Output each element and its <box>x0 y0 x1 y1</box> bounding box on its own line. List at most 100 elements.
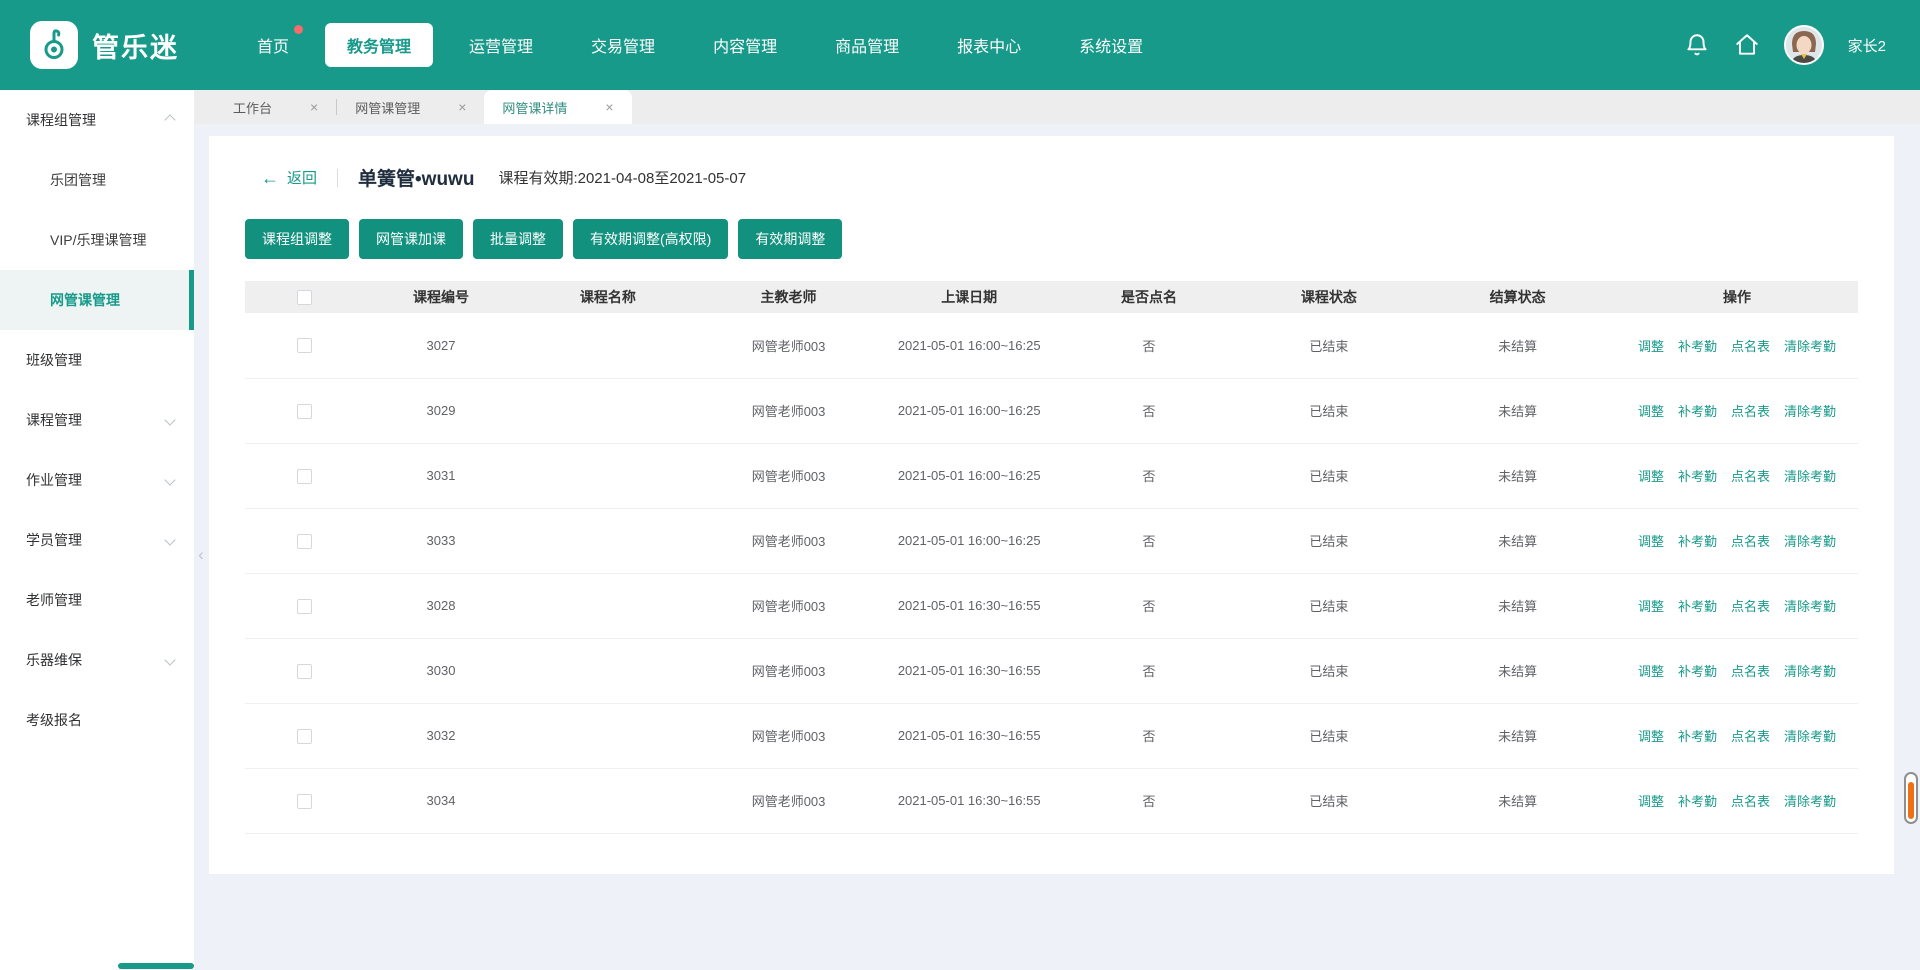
cell-course-id: 3033 <box>364 508 517 573</box>
adjust-link[interactable]: 调整 <box>1638 469 1664 484</box>
makeup-attendance-link[interactable]: 补考勤 <box>1678 404 1717 419</box>
row-checkbox-cell <box>245 768 364 833</box>
tab-close-icon[interactable]: × <box>605 99 613 115</box>
nav-item-system[interactable]: 系统设置 <box>1057 23 1165 67</box>
roll-sheet-link[interactable]: 点名表 <box>1731 599 1770 614</box>
makeup-attendance-link[interactable]: 补考勤 <box>1678 664 1717 679</box>
row-checkbox[interactable] <box>297 729 312 744</box>
clear-attendance-link[interactable]: 清除考勤 <box>1784 599 1836 614</box>
cell-settle-status: 未结算 <box>1419 573 1616 638</box>
nav-item-trade[interactable]: 交易管理 <box>569 23 677 67</box>
brand-name: 管乐迷 <box>92 26 179 65</box>
tab-online-course-mgmt[interactable]: 网管课管理× <box>337 90 484 124</box>
row-checkbox[interactable] <box>297 469 312 484</box>
clear-attendance-link[interactable]: 清除考勤 <box>1784 469 1836 484</box>
sidebar-item-class-mgmt[interactable]: 班级管理 <box>0 330 194 390</box>
roll-sheet-link[interactable]: 点名表 <box>1731 534 1770 549</box>
sidebar-item-instrument-maint[interactable]: 乐器维保 <box>0 630 194 690</box>
adjust-link[interactable]: 调整 <box>1638 664 1664 679</box>
roll-sheet-link[interactable]: 点名表 <box>1731 794 1770 809</box>
roll-sheet-link[interactable]: 点名表 <box>1731 729 1770 744</box>
sidebar-item-label: 乐团管理 <box>50 170 106 190</box>
horizontal-scrollbar-thumb[interactable] <box>118 963 194 969</box>
tab-label: 工作台 <box>233 98 272 117</box>
sidebar-item-homework-mgmt[interactable]: 作业管理 <box>0 450 194 510</box>
select-all-checkbox[interactable] <box>297 290 312 305</box>
tab-close-icon[interactable]: × <box>310 99 318 115</box>
username[interactable]: 家长2 <box>1848 35 1886 56</box>
bell-icon[interactable] <box>1684 32 1710 58</box>
chevron-down-icon <box>164 414 175 425</box>
validity-adjust-button[interactable]: 有效期调整 <box>738 219 842 259</box>
sidebar-item-vip-theory-mgmt[interactable]: VIP/乐理课管理 <box>0 210 194 270</box>
cell-course-status: 已结束 <box>1239 443 1420 508</box>
row-checkbox[interactable] <box>297 338 312 353</box>
cell-course-status: 已结束 <box>1239 313 1420 378</box>
cell-course-name <box>518 768 699 833</box>
validity-adjust-admin-button[interactable]: 有效期调整(高权限) <box>573 219 728 259</box>
adjust-link[interactable]: 调整 <box>1638 794 1664 809</box>
back-arrow-icon: ← <box>261 169 279 187</box>
adjust-link[interactable]: 调整 <box>1638 339 1664 354</box>
nav-item-home[interactable]: 首页 <box>235 23 311 67</box>
cell-settle-status: 未结算 <box>1419 638 1616 703</box>
sidebar-item-label: VIP/乐理课管理 <box>50 230 146 250</box>
roll-sheet-link[interactable]: 点名表 <box>1731 404 1770 419</box>
cell-course-status: 已结束 <box>1239 378 1420 443</box>
adjust-course-group-button[interactable]: 课程组调整 <box>245 219 349 259</box>
clear-attendance-link[interactable]: 清除考勤 <box>1784 729 1836 744</box>
makeup-attendance-link[interactable]: 补考勤 <box>1678 794 1717 809</box>
main-area: 工作台×网管课管理×网管课详情× ← 返回 单簧管•wuwu 课程有效期:202… <box>194 90 1920 970</box>
row-checkbox[interactable] <box>297 534 312 549</box>
clear-attendance-link[interactable]: 清除考勤 <box>1784 534 1836 549</box>
tab-close-icon[interactable]: × <box>458 99 466 115</box>
sidebar-item-label: 老师管理 <box>26 590 82 610</box>
roll-sheet-link[interactable]: 点名表 <box>1731 339 1770 354</box>
nav-item-operate[interactable]: 运营管理 <box>447 23 555 67</box>
sidebar-item-course-group-mgmt[interactable]: 课程组管理 <box>0 90 194 150</box>
row-checkbox[interactable] <box>297 664 312 679</box>
clear-attendance-link[interactable]: 清除考勤 <box>1784 404 1836 419</box>
home-icon[interactable] <box>1734 32 1760 58</box>
sidebar-item-band-mgmt[interactable]: 乐团管理 <box>0 150 194 210</box>
adjust-link[interactable]: 调整 <box>1638 729 1664 744</box>
batch-adjust-button[interactable]: 批量调整 <box>473 219 563 259</box>
adjust-link[interactable]: 调整 <box>1638 404 1664 419</box>
sidebar-collapse-icon[interactable]: ‹ <box>194 536 208 574</box>
roll-sheet-link[interactable]: 点名表 <box>1731 469 1770 484</box>
sidebar-item-online-course-mgmt[interactable]: 网管课管理 <box>0 270 194 330</box>
nav-item-content[interactable]: 内容管理 <box>691 23 799 67</box>
table-row: 3032网管老师0032021-05-01 16:30~16:55否已结束未结算… <box>245 703 1858 768</box>
adjust-link[interactable]: 调整 <box>1638 534 1664 549</box>
makeup-attendance-link[interactable]: 补考勤 <box>1678 729 1717 744</box>
add-online-course-button[interactable]: 网管课加课 <box>359 219 463 259</box>
tab-online-course-detail[interactable]: 网管课详情× <box>484 90 631 124</box>
adjust-link[interactable]: 调整 <box>1638 599 1664 614</box>
nav-item-report[interactable]: 报表中心 <box>935 23 1043 67</box>
makeup-attendance-link[interactable]: 补考勤 <box>1678 469 1717 484</box>
back-button[interactable]: ← 返回 <box>261 167 317 188</box>
sidebar-item-teacher-mgmt[interactable]: 老师管理 <box>0 570 194 630</box>
makeup-attendance-link[interactable]: 补考勤 <box>1678 534 1717 549</box>
makeup-attendance-link[interactable]: 补考勤 <box>1678 339 1717 354</box>
sidebar-item-student-mgmt[interactable]: 学员管理 <box>0 510 194 570</box>
row-checkbox[interactable] <box>297 794 312 809</box>
row-checkbox[interactable] <box>297 599 312 614</box>
vertical-scrollbar-thumb[interactable] <box>1904 772 1918 824</box>
clear-attendance-link[interactable]: 清除考勤 <box>1784 794 1836 809</box>
cell-settle-status: 未结算 <box>1419 313 1616 378</box>
tab-bar: 工作台×网管课管理×网管课详情× <box>194 90 1920 124</box>
sidebar-item-course-mgmt[interactable]: 课程管理 <box>0 390 194 450</box>
roll-sheet-link[interactable]: 点名表 <box>1731 664 1770 679</box>
nav-item-academic[interactable]: 教务管理 <box>325 23 433 67</box>
tab-workbench[interactable]: 工作台 × <box>215 90 336 124</box>
clear-attendance-link[interactable]: 清除考勤 <box>1784 339 1836 354</box>
user-avatar[interactable] <box>1784 25 1824 65</box>
row-checkbox[interactable] <box>297 404 312 419</box>
nav-item-goods[interactable]: 商品管理 <box>813 23 921 67</box>
column-header: 课程编号 <box>364 281 517 313</box>
makeup-attendance-link[interactable]: 补考勤 <box>1678 599 1717 614</box>
clear-attendance-link[interactable]: 清除考勤 <box>1784 664 1836 679</box>
cell-roll-called: 否 <box>1060 313 1239 378</box>
sidebar-item-exam-signup[interactable]: 考级报名 <box>0 690 194 750</box>
